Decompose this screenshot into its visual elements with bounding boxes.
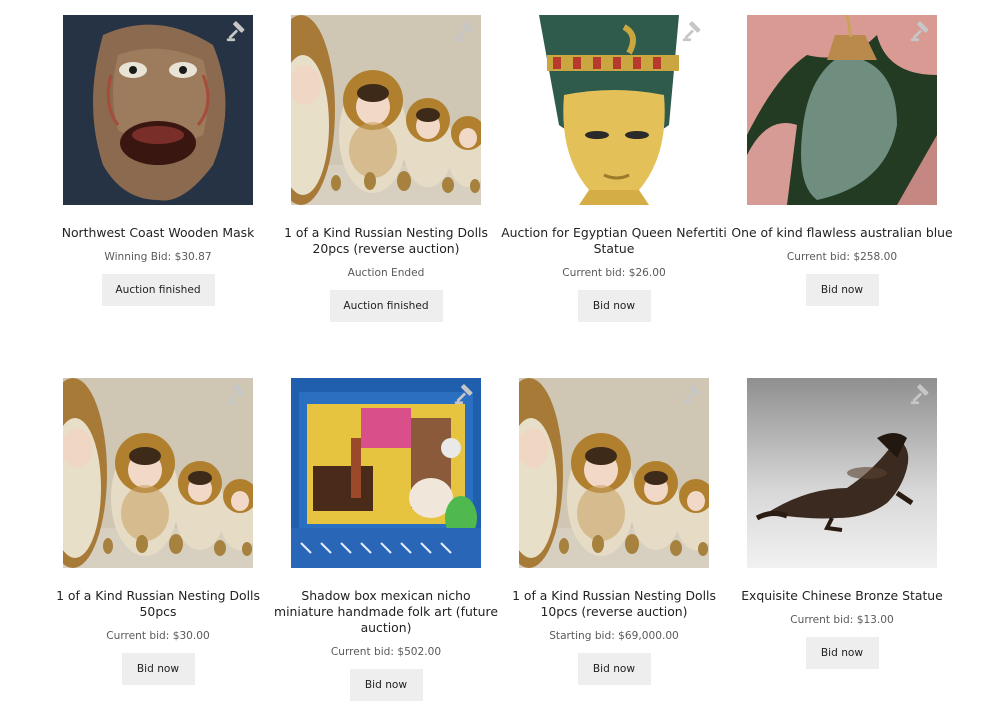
nesting-dolls-image: [63, 378, 253, 568]
bid-now-button[interactable]: Bid now: [577, 653, 651, 685]
product-image[interactable]: [747, 378, 937, 568]
bid-now-button[interactable]: Bid now: [577, 290, 651, 322]
product-card: 1 of a Kind Russian Nesting Dolls 10pcs …: [512, 378, 716, 685]
bid-now-button[interactable]: Bid now: [121, 653, 195, 685]
product-card: Auction for Egyptian Queen Nefertiti Sta…: [501, 15, 727, 322]
product-title[interactable]: 1 of a Kind Russian Nesting Dolls 20pcs …: [271, 225, 501, 257]
product-grid: Northwest Coast Wooden Mask Winning Bid:…: [0, 0, 1000, 712]
nesting-dolls-image: [519, 378, 709, 568]
gavel-icon[interactable]: [453, 21, 475, 43]
product-card: 1 of a Kind Russian Nesting Dolls 20pcs …: [284, 15, 488, 322]
product-image[interactable]: [291, 15, 481, 205]
product-image[interactable]: [519, 15, 709, 205]
product-title[interactable]: Auction for Egyptian Queen Nefertiti Sta…: [499, 225, 729, 257]
gavel-icon[interactable]: [225, 21, 247, 43]
nesting-dolls-image: [291, 15, 481, 205]
gavel-icon[interactable]: [909, 384, 931, 406]
gavel-icon[interactable]: [681, 384, 703, 406]
gavel-icon[interactable]: [909, 21, 931, 43]
bid-now-button[interactable]: Bid now: [805, 637, 879, 669]
product-price: Current bid: $30.00: [106, 630, 210, 642]
product-title[interactable]: Exquisite Chinese Bronze Statue: [727, 588, 957, 604]
product-price: Winning Bid: $30.87: [104, 251, 212, 263]
product-price: Starting bid: $69,000.00: [549, 630, 679, 642]
product-title[interactable]: 1 of a Kind Russian Nesting Dolls 10pcs …: [499, 588, 729, 620]
auction-finished-button[interactable]: Auction finished: [101, 274, 215, 306]
bid-now-button[interactable]: Bid now: [805, 274, 879, 306]
shadow-box-image: [291, 378, 481, 568]
product-price: Current bid: $13.00: [790, 614, 894, 626]
product-title[interactable]: One of kind flawless australian blue: [727, 225, 957, 241]
jade-pendant-image: [747, 15, 937, 205]
product-title[interactable]: Shadow box mexican nicho miniature handm…: [271, 588, 501, 636]
product-card: Exquisite Chinese Bronze Statue Current …: [741, 378, 943, 669]
nefertiti-statue-image: [519, 15, 709, 205]
product-card: 1 of a Kind Russian Nesting Dolls 50pcs …: [56, 378, 260, 685]
auction-finished-button[interactable]: Auction finished: [329, 290, 443, 322]
product-card: Shadow box mexican nicho miniature handm…: [274, 378, 498, 701]
product-price: Auction Ended: [347, 267, 425, 279]
product-price: Current bid: $502.00: [330, 646, 442, 658]
gavel-icon[interactable]: [681, 21, 703, 43]
product-image[interactable]: [63, 15, 253, 205]
product-card: One of kind flawless australian blue Cur…: [731, 15, 953, 306]
bronze-frog-image: [747, 378, 937, 568]
product-card: Northwest Coast Wooden Mask Winning Bid:…: [62, 15, 254, 306]
product-price: Current bid: $26.00: [562, 267, 666, 279]
bid-now-button[interactable]: Bid now: [349, 669, 423, 701]
product-image[interactable]: [747, 15, 937, 205]
gavel-icon[interactable]: [453, 384, 475, 406]
product-title[interactable]: Northwest Coast Wooden Mask: [43, 225, 273, 241]
product-image[interactable]: [291, 378, 481, 568]
product-title[interactable]: 1 of a Kind Russian Nesting Dolls 50pcs: [43, 588, 273, 620]
product-image[interactable]: [63, 378, 253, 568]
gavel-icon[interactable]: [225, 384, 247, 406]
wooden-mask-image: [63, 15, 253, 205]
product-image[interactable]: [519, 378, 709, 568]
product-price: Current bid: $258.00: [786, 251, 898, 263]
